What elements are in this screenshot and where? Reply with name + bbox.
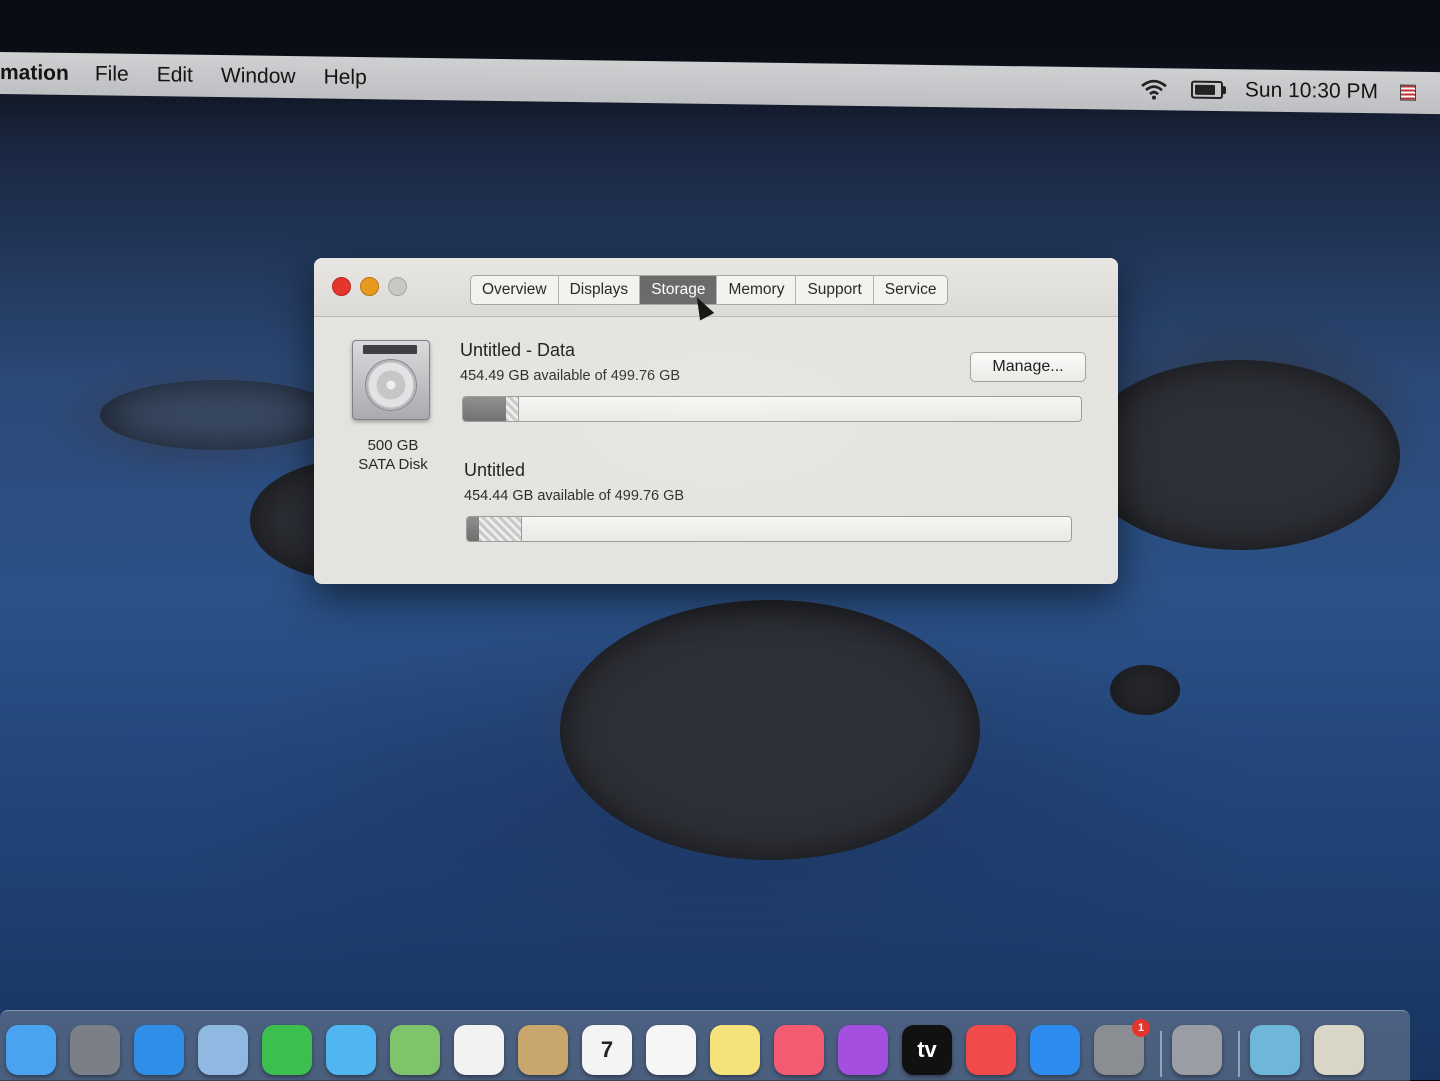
safari-icon[interactable] [134, 1025, 184, 1075]
close-button[interactable] [332, 277, 351, 296]
volume-title: Untitled [464, 460, 526, 480]
hard-disk-icon [352, 340, 430, 420]
tv-icon[interactable]: tv [902, 1025, 952, 1075]
menu-file[interactable]: File [95, 62, 129, 86]
maps-icon[interactable] [390, 1025, 440, 1075]
menu-window[interactable]: Window [221, 64, 296, 89]
reminders-icon[interactable] [646, 1025, 696, 1075]
menu-app-name[interactable]: mation [0, 61, 69, 86]
tab-displays[interactable]: Displays [559, 276, 641, 304]
used-segment [463, 397, 506, 421]
volume-title: Untitled - Data [460, 340, 576, 360]
news-icon[interactable] [966, 1025, 1016, 1075]
disk-size: 500 GB [367, 437, 419, 454]
podcasts-icon[interactable] [838, 1025, 888, 1075]
music-icon[interactable] [774, 1025, 824, 1075]
manage-button[interactable]: Manage... [970, 352, 1086, 382]
facetime-icon[interactable] [262, 1025, 312, 1075]
notification-badge: 1 [1132, 1019, 1150, 1037]
storage-pane: 500 GB SATA Disk Untitled - Data 454.49 … [314, 316, 1118, 584]
dock-separator [1160, 1031, 1162, 1077]
tab-support[interactable]: Support [796, 276, 874, 304]
used-segment [467, 517, 479, 541]
volume-availability: 454.49 GB available of 499.76 GB [460, 368, 681, 384]
system-information-window: Overview Displays Storage Memory Support Serv… [314, 258, 1118, 584]
disk-type: SATA Disk [358, 456, 428, 473]
downloads-folder-icon[interactable] [1250, 1025, 1300, 1075]
messages-icon[interactable] [326, 1025, 376, 1075]
menu-help[interactable]: Help [324, 66, 367, 91]
volume-availability: 454.44 GB available of 499.76 GB [464, 488, 685, 504]
tab-service[interactable]: Service [874, 276, 948, 304]
menu-edit[interactable]: Edit [157, 63, 193, 88]
island-rock [1080, 360, 1400, 550]
other-segment [506, 397, 519, 421]
input-source-flag-icon[interactable] [1400, 84, 1416, 101]
mail-icon[interactable] [198, 1025, 248, 1075]
dock: 7 tv 1 [0, 1010, 1410, 1081]
photos-icon[interactable] [454, 1025, 504, 1075]
menu-clock[interactable]: Sun 10:30 PM [1245, 78, 1378, 104]
other-segment [479, 517, 522, 541]
calendar-label: 7 [600, 1037, 614, 1062]
island-rock [560, 600, 980, 860]
trash-icon[interactable] [1314, 1025, 1364, 1075]
minimize-button[interactable] [360, 277, 379, 296]
app-store-icon[interactable] [1030, 1025, 1080, 1075]
tv-label: tv [917, 1037, 937, 1062]
wifi-icon[interactable] [1139, 78, 1169, 100]
battery-icon[interactable] [1190, 80, 1223, 100]
notes-icon[interactable] [710, 1025, 760, 1075]
tab-bar: Overview Displays Storage Memory Support Serv… [470, 275, 949, 305]
dock-separator [1238, 1031, 1240, 1077]
launchpad-icon[interactable] [70, 1025, 120, 1075]
contacts-icon[interactable] [518, 1025, 568, 1075]
system-preferences-icon[interactable]: 1 [1094, 1019, 1150, 1075]
finder-icon[interactable] [6, 1025, 56, 1075]
tab-overview[interactable]: Overview [471, 276, 559, 304]
volume-usage-bar [462, 396, 1082, 422]
island-rock [100, 380, 340, 450]
island-rock [1110, 665, 1180, 715]
tab-memory[interactable]: Memory [717, 276, 797, 304]
calendar-icon[interactable]: 7 [582, 1025, 632, 1075]
zoom-button [388, 277, 407, 296]
volume-usage-bar [466, 516, 1072, 542]
system-information-icon[interactable] [1172, 1025, 1222, 1075]
disk-label: 500 GB SATA Disk [338, 436, 448, 474]
window-titlebar[interactable]: Overview Displays Storage Memory Support Serv… [314, 258, 1118, 321]
